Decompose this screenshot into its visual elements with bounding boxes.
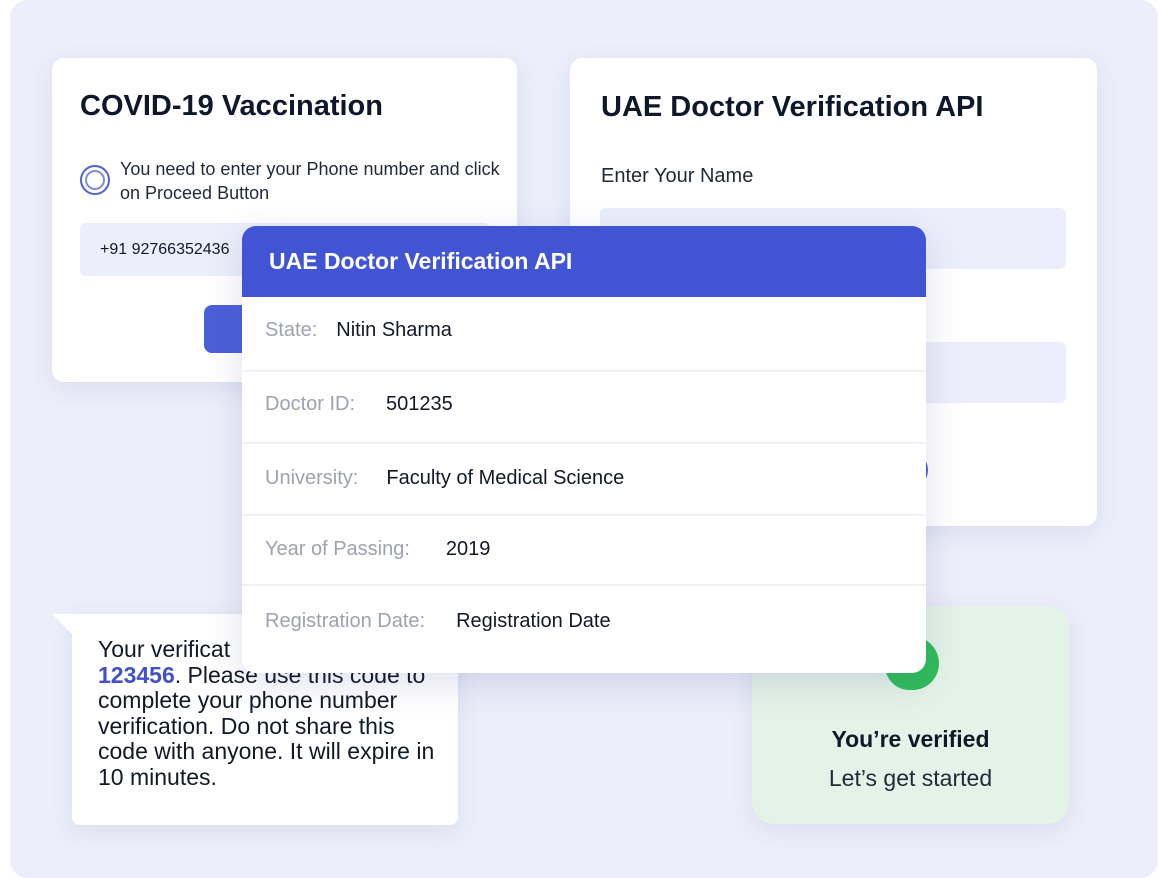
instruction-row: You need to enter your Phone number and …	[80, 157, 500, 205]
detail-label: State:	[265, 318, 318, 341]
instruction-text: You need to enter your Phone number and …	[120, 159, 500, 203]
name-field-label: Enter Your Name	[601, 165, 754, 187]
detail-card-title: UAE Doctor Verification API	[269, 248, 573, 274]
detail-value: Nitin Sharma	[336, 318, 452, 341]
row-divider	[242, 584, 926, 586]
row-divider	[242, 370, 926, 372]
verified-title: You’re verified	[831, 726, 990, 752]
detail-value: 501235	[386, 392, 453, 415]
detail-row-registration-date: Registration Date: Registration Date	[242, 603, 926, 639]
detail-row-doctor-id: Doctor ID: 501235	[242, 386, 926, 422]
detail-row-university: University: Faculty of Medical Science	[242, 460, 926, 496]
detail-label: Doctor ID:	[265, 392, 356, 415]
detail-value: Registration Date	[456, 609, 611, 632]
detail-value: Faculty of Medical Science	[386, 466, 625, 489]
form-card-title: UAE Doctor Verification API	[601, 91, 984, 123]
detail-row-state: State: Nitin Sharma	[242, 312, 926, 348]
row-divider	[242, 514, 926, 516]
sms-code: 123456	[98, 661, 175, 688]
detail-label: Year of Passing:	[265, 537, 410, 560]
detail-label: Registration Date:	[265, 609, 426, 632]
emblem-icon	[80, 165, 110, 195]
doctor-details-card: UAE Doctor Verification API State: Nitin…	[242, 226, 926, 673]
bubble-tail	[52, 614, 92, 654]
detail-value: 2019	[445, 537, 491, 560]
verified-subtitle: Let’s get started	[828, 765, 993, 791]
detail-row-year: Year of Passing: 2019	[242, 531, 926, 567]
row-divider	[242, 442, 926, 444]
covid-card-title: COVID-19 Vaccination	[80, 90, 383, 122]
detail-label: University:	[265, 466, 359, 489]
sms-prefix: Your verificat	[98, 636, 231, 662]
detail-card-header: UAE Doctor Verification API	[242, 226, 926, 297]
